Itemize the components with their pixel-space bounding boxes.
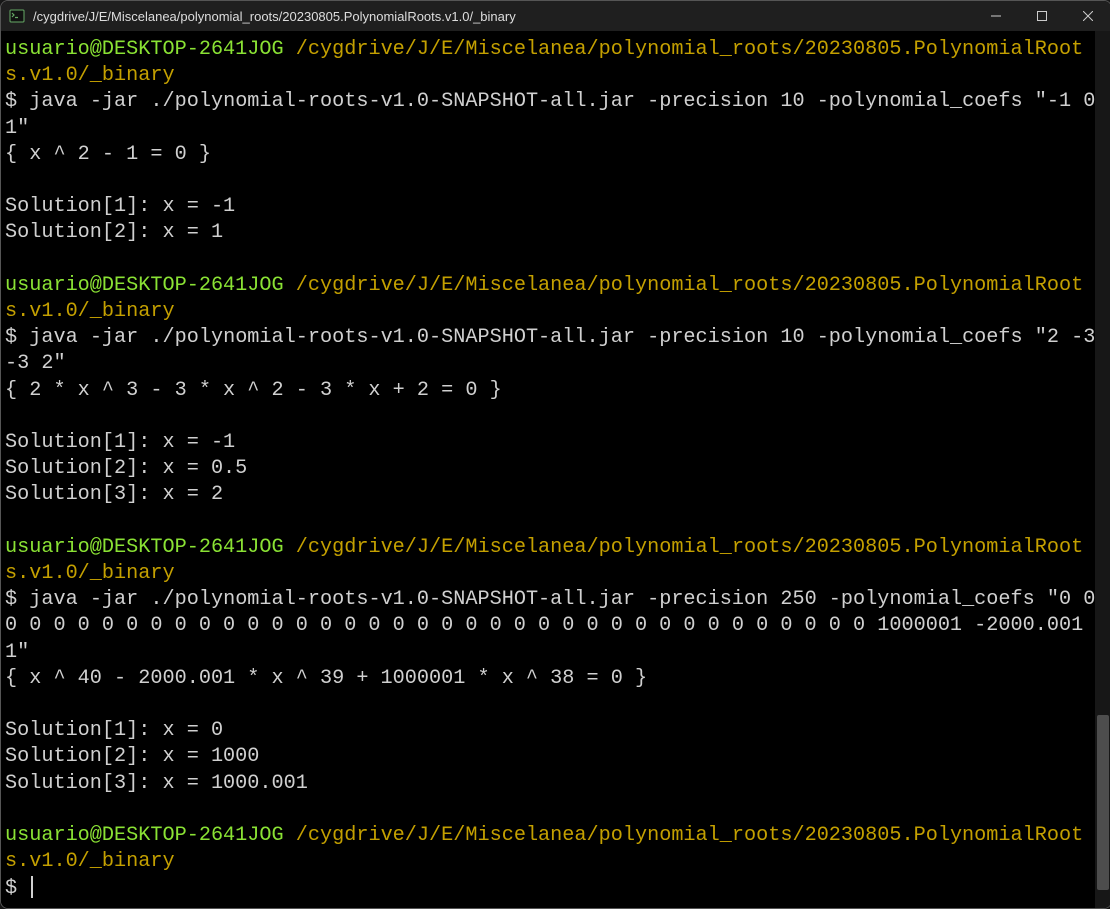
scrollbar[interactable]: [1095, 31, 1110, 908]
close-button[interactable]: [1065, 1, 1110, 31]
command-output: { 2 * x ^ 3 - 3 * x ^ 2 - 3 * x + 2 = 0 …: [5, 379, 502, 507]
command-output: { x ^ 40 - 2000.001 * x ^ 39 + 1000001 *…: [5, 667, 647, 795]
command-text: java -jar ./polynomial-roots-v1.0-SNAPSH…: [5, 588, 1107, 663]
minimize-button[interactable]: [973, 1, 1019, 31]
prompt-user-host: usuario@DESKTOP-2641JOG: [5, 274, 284, 297]
command-output: { x ^ 2 - 1 = 0 } Solution[1]: x = -1 So…: [5, 143, 235, 245]
prompt-symbol: $: [5, 588, 17, 611]
cursor: [31, 876, 33, 898]
prompt-symbol: $: [5, 326, 17, 349]
prompt-user-host: usuario@DESKTOP-2641JOG: [5, 824, 284, 847]
terminal-content[interactable]: usuario@DESKTOP-2641JOG /cygdrive/J/E/Mi…: [1, 31, 1110, 908]
prompt-symbol: $: [5, 877, 17, 900]
terminal-window: /cygdrive/J/E/Miscelanea/polynomial_root…: [0, 0, 1110, 909]
prompt-user-host: usuario@DESKTOP-2641JOG: [5, 536, 284, 559]
command-text: java -jar ./polynomial-roots-v1.0-SNAPSH…: [5, 326, 1107, 375]
scrollbar-thumb[interactable]: [1097, 715, 1109, 890]
window-buttons: [973, 1, 1110, 31]
window-title: /cygdrive/J/E/Miscelanea/polynomial_root…: [33, 9, 973, 24]
prompt-symbol: $: [5, 90, 17, 113]
titlebar[interactable]: /cygdrive/J/E/Miscelanea/polynomial_root…: [1, 1, 1110, 31]
terminal-body[interactable]: usuario@DESKTOP-2641JOG /cygdrive/J/E/Mi…: [1, 31, 1110, 908]
command-text: java -jar ./polynomial-roots-v1.0-SNAPSH…: [5, 90, 1107, 139]
app-icon: [9, 8, 25, 24]
prompt-user-host: usuario@DESKTOP-2641JOG: [5, 38, 284, 61]
maximize-button[interactable]: [1019, 1, 1065, 31]
